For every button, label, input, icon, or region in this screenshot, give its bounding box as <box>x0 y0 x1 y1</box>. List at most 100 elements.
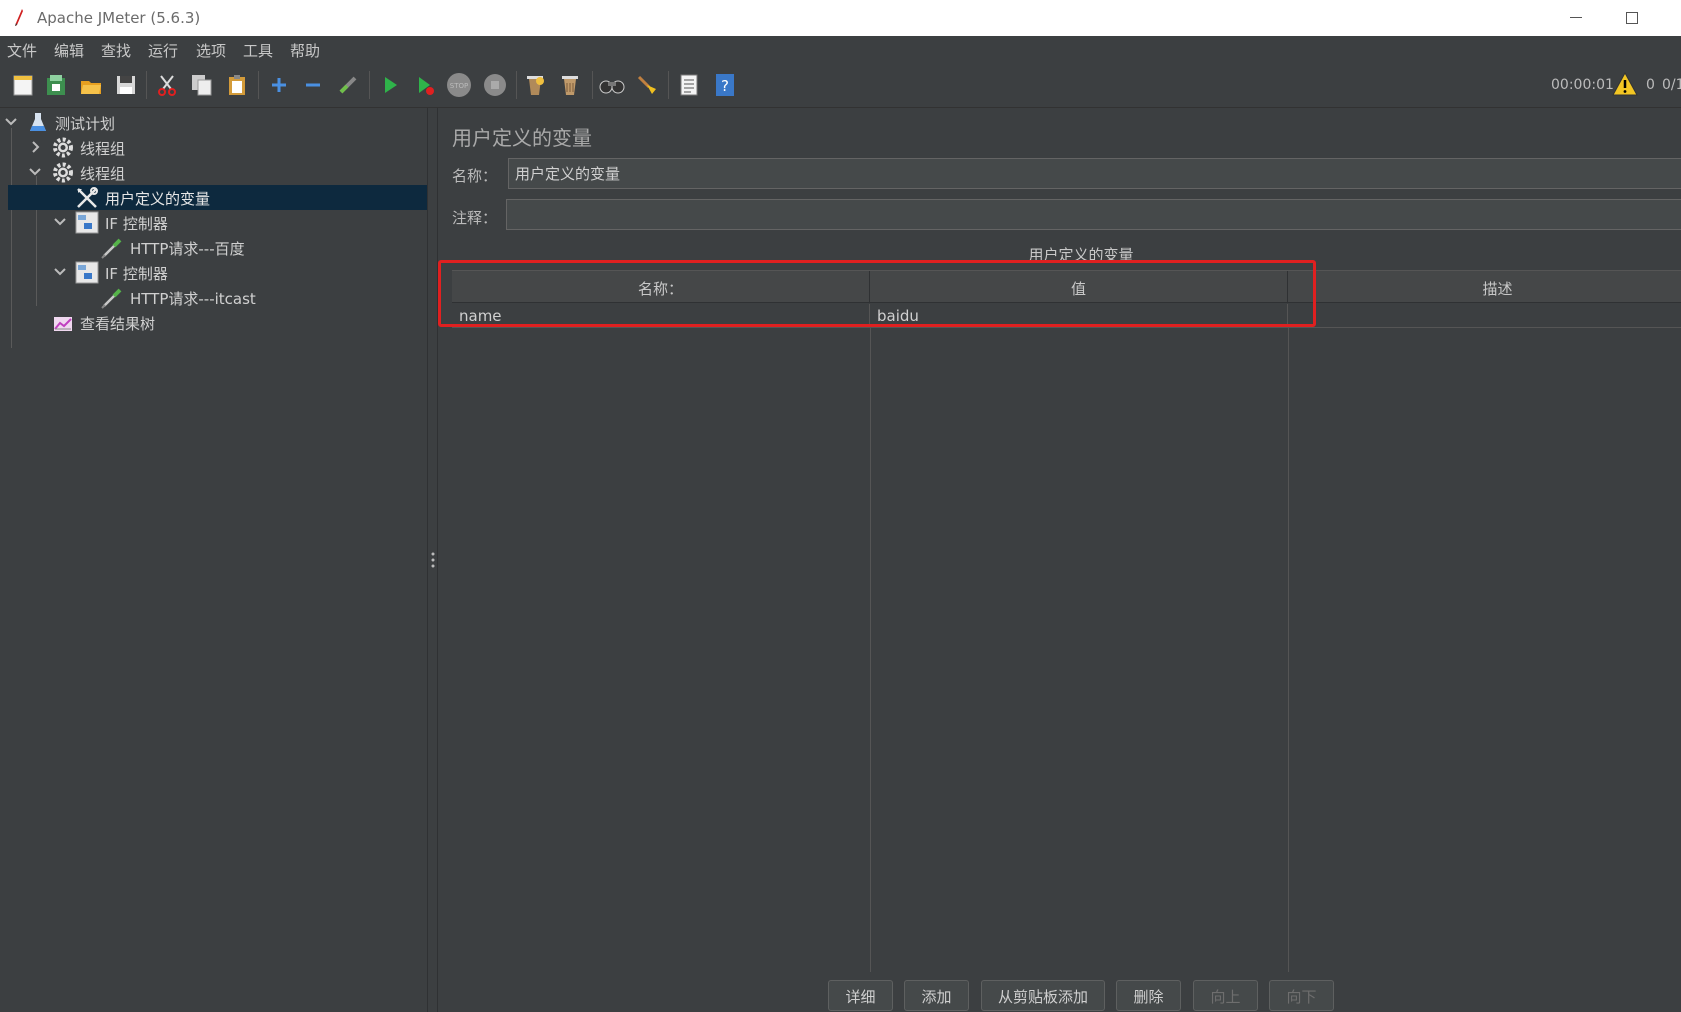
new-button[interactable] <box>8 70 38 100</box>
start-button[interactable] <box>375 70 405 100</box>
function-helper-icon <box>680 74 698 96</box>
chevron-right-icon[interactable] <box>28 139 42 155</box>
expand-all-button[interactable] <box>264 70 294 100</box>
test-plan-tree[interactable]: 测试计划 线程组 线程组 用户定义的变量 IF 控制器 HTTP请求---百度 … <box>0 108 427 1012</box>
table-button-bar: 详细 添加 从剪贴板添加 删除 向上 向下 <box>438 972 1681 1012</box>
collapse-all-button[interactable] <box>298 70 328 100</box>
tree-node-http-request-itcast[interactable]: HTTP请求---itcast <box>0 285 427 310</box>
help-icon: ? <box>716 74 734 96</box>
clear-button[interactable] <box>520 70 550 100</box>
tree-node-label: 线程组 <box>80 165 126 183</box>
chevron-down-icon[interactable] <box>4 114 18 130</box>
active-threads: 0/1 <box>1662 77 1681 93</box>
tree-node-label: IF 控制器 <box>105 215 168 233</box>
menu-run[interactable]: 运行 <box>148 40 178 61</box>
tree-node-thread-group[interactable]: 线程组 <box>0 135 427 160</box>
if-controller-icon <box>75 261 99 284</box>
toolbar: STOP ? 00:00:01 0 0/1 <box>0 62 1681 108</box>
clear-all-button[interactable] <box>555 70 585 100</box>
reset-search-button[interactable] <box>632 70 662 100</box>
chevron-down-icon[interactable] <box>53 214 67 230</box>
tree-node-label: HTTP请求---itcast <box>130 290 256 308</box>
name-input[interactable] <box>508 158 1681 189</box>
column-header-description[interactable]: 描述 <box>1288 271 1681 303</box>
if-controller-icon <box>75 211 99 234</box>
variables-table[interactable]: 名称： 值 描述 name baidu <box>438 260 1681 972</box>
clear-icon <box>527 76 544 95</box>
toolbar-separator <box>369 71 370 99</box>
tree-node-label: 测试计划 <box>55 115 116 133</box>
toolbar-separator <box>516 71 517 99</box>
cut-icon <box>158 75 176 96</box>
new-icon <box>13 75 33 96</box>
copy-icon <box>192 75 212 96</box>
collapse-icon <box>306 83 320 87</box>
panel-title: 用户定义的变量 <box>452 126 592 150</box>
sampler-icon <box>101 288 122 309</box>
menu-tools[interactable]: 工具 <box>243 40 273 61</box>
search-button[interactable] <box>597 70 627 100</box>
error-count: 0 <box>1646 77 1655 93</box>
tree-node-http-request-baidu[interactable]: HTTP请求---百度 <box>0 235 427 260</box>
tree-node-label: IF 控制器 <box>105 265 168 283</box>
shutdown-icon <box>484 74 506 96</box>
tree-node-if-controller[interactable]: IF 控制器 <box>0 210 427 235</box>
chevron-down-icon[interactable] <box>53 264 67 280</box>
comment-input[interactable] <box>506 199 1681 230</box>
tree-node-user-defined-variables[interactable]: 用户定义的变量 <box>8 185 427 210</box>
column-divider <box>870 328 871 972</box>
move-up-button[interactable]: 向上 <box>1193 980 1258 1011</box>
maximize-icon <box>1626 12 1638 24</box>
stop-button[interactable]: STOP <box>444 70 474 100</box>
drag-handle-icon[interactable] <box>431 552 435 568</box>
cut-button[interactable] <box>152 70 182 100</box>
clear-all-icon <box>562 76 578 95</box>
maximize-button[interactable] <box>1612 5 1652 31</box>
stop-icon: STOP <box>447 73 471 97</box>
tree-node-test-plan[interactable]: 测试计划 <box>0 110 427 135</box>
split-pane-divider[interactable] <box>427 108 438 1012</box>
templates-button[interactable] <box>41 70 71 100</box>
save-icon <box>117 76 135 94</box>
name-label: 名称： <box>452 167 498 185</box>
paste-button[interactable] <box>222 70 252 100</box>
listener-icon <box>54 317 72 331</box>
elapsed-timer: 00:00:01 <box>1551 77 1614 93</box>
copy-button[interactable] <box>187 70 217 100</box>
element-editor-panel: 用户定义的变量 名称： 注释： 用户定义的变量 名称： 值 描述 name ba… <box>438 108 1681 1012</box>
menu-file[interactable]: 文件 <box>7 40 37 61</box>
minimize-icon <box>1570 17 1582 18</box>
open-button[interactable] <box>76 70 106 100</box>
minimize-button[interactable] <box>1556 5 1596 31</box>
start-icon <box>385 77 397 93</box>
save-button[interactable] <box>111 70 141 100</box>
tree-node-label: HTTP请求---百度 <box>130 240 245 258</box>
menu-edit[interactable]: 编辑 <box>54 40 84 61</box>
warning-icon[interactable] <box>1612 72 1638 96</box>
menu-options[interactable]: 选项 <box>196 40 226 61</box>
start-no-pause-button[interactable] <box>410 70 440 100</box>
shutdown-button[interactable] <box>480 70 510 100</box>
add-from-clipboard-button[interactable]: 从剪贴板添加 <box>981 980 1105 1011</box>
menu-bar: 文件 编辑 查找 运行 选项 工具 帮助 <box>0 36 1681 62</box>
menu-help[interactable]: 帮助 <box>290 40 320 61</box>
detail-button[interactable]: 详细 <box>828 980 893 1011</box>
toggle-button[interactable] <box>333 70 363 100</box>
cell-variable-description[interactable] <box>1288 304 1681 328</box>
svg-text:?: ? <box>721 77 729 95</box>
comment-label: 注释： <box>452 209 498 227</box>
tree-node-view-results-tree[interactable]: 查看结果树 <box>0 310 427 335</box>
chevron-down-icon[interactable] <box>28 164 42 180</box>
menu-search[interactable]: 查找 <box>101 40 131 61</box>
add-button[interactable]: 添加 <box>904 980 969 1011</box>
tree-node-label: 线程组 <box>80 140 126 158</box>
start-no-pause-icon <box>419 77 434 95</box>
move-down-button[interactable]: 向下 <box>1269 980 1334 1011</box>
function-helper-button[interactable] <box>674 70 704 100</box>
tree-node-thread-group[interactable]: 线程组 <box>0 160 427 185</box>
reset-search-icon <box>637 75 656 94</box>
tree-node-if-controller[interactable]: IF 控制器 <box>0 260 427 285</box>
delete-button[interactable]: 删除 <box>1116 980 1181 1011</box>
window-title: Apache JMeter (5.6.3) <box>37 9 201 27</box>
help-button[interactable]: ? <box>710 70 740 100</box>
